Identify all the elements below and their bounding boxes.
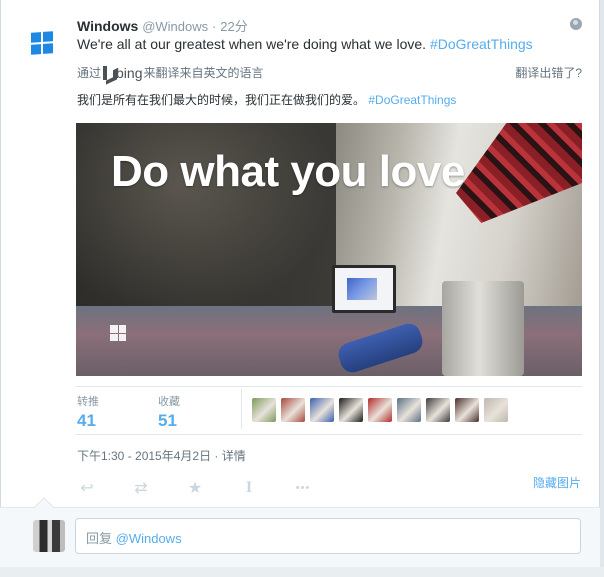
logo-pane <box>110 325 118 333</box>
favorites-label: 收藏 <box>158 396 180 408</box>
text-cursor-icon[interactable]: I <box>239 479 259 497</box>
tweet-text: We're all at our greatest when we're doi… <box>77 36 533 52</box>
reply-prefix: 回复 <box>86 531 113 546</box>
stats-separator <box>241 389 242 429</box>
avatar-person-green[interactable] <box>252 398 276 422</box>
avatar-woman-dark[interactable] <box>455 398 479 422</box>
more-dots-icon[interactable]: ••• <box>293 482 313 494</box>
tweet-card: Windows @Windows · 22分 We're all at our … <box>0 0 600 577</box>
favorite-star-icon[interactable]: ★ <box>185 478 205 498</box>
stats-top-divider <box>76 386 582 387</box>
tweet-body: We're all at our greatest when we're doi… <box>77 36 427 52</box>
translated-body: 我们是所有在我们最大的时候，我们正在做我们的爱。 <box>77 93 366 107</box>
photo-paint-can <box>442 281 524 376</box>
avatar-group-photo[interactable] <box>397 398 421 422</box>
logo-pane <box>118 333 126 341</box>
author-name[interactable]: Windows <box>77 18 138 34</box>
photo-plaid-sleeve <box>456 123 582 223</box>
favorites-stat[interactable]: 收藏 51 <box>158 393 180 431</box>
hide-media-link[interactable]: 隐藏图片 <box>533 474 581 491</box>
avatar-black-mascot[interactable] <box>339 398 363 422</box>
logo-pane <box>42 31 53 43</box>
reply-mention: @Windows <box>115 531 182 546</box>
logo-pane <box>110 333 118 341</box>
translation-bar: 通过 bing 来翻译来自英文的语言 翻译出错了? <box>77 64 582 81</box>
logo-pane <box>31 32 42 44</box>
retweet-icon[interactable]: ⇄ <box>131 478 151 498</box>
translation-prefix: 通过 <box>77 66 102 80</box>
tweet-timestamp[interactable]: 22分 <box>220 19 247 34</box>
photo-windows-logo-icon <box>110 325 126 341</box>
avatar-blue-graphic[interactable] <box>310 398 334 422</box>
tweet-header: Windows @Windows · 22分 <box>77 16 248 35</box>
separator-dot: · <box>212 19 217 34</box>
reply-icon[interactable]: ↩ <box>77 478 97 498</box>
tweet-actions: ↩ ⇄ ★ I ••• <box>77 478 347 498</box>
photo-laptop <box>332 265 396 313</box>
translated-hashtag-link[interactable]: #DoGreatThings <box>368 93 456 107</box>
stats-bottom-divider <box>76 434 582 435</box>
favorites-count: 51 <box>158 411 177 430</box>
tweet-photo[interactable]: Do what you love <box>76 123 582 376</box>
retweets-count: 41 <box>77 411 96 430</box>
bing-label: bing <box>116 64 143 81</box>
avatar-person-red[interactable] <box>281 398 305 422</box>
author-handle[interactable]: @Windows <box>142 19 208 34</box>
retweets-label: 转推 <box>77 396 99 408</box>
favoriters-avatars <box>252 398 508 422</box>
wrong-translation-link[interactable]: 翻译出错了? <box>515 64 582 81</box>
avatar-glasses-man[interactable] <box>426 398 450 422</box>
hashtag-link[interactable]: #DoGreatThings <box>430 36 533 52</box>
translation-suffix: 来翻译来自英文的语言 <box>143 66 264 80</box>
windows-logo-avatar[interactable] <box>31 31 53 55</box>
avatar-eye-closeup[interactable] <box>484 398 508 422</box>
translated-text: 我们是所有在我们最大的时候，我们正在做我们的爱。 #DoGreatThings <box>77 91 456 108</box>
bottom-strip <box>0 567 604 577</box>
logo-pane <box>42 42 53 54</box>
retweets-stat[interactable]: 转推 41 <box>77 393 99 431</box>
tweet-datetime[interactable]: 下午1:30 - 2015年4月2日 · 详情 <box>77 447 246 464</box>
logo-pane <box>118 325 126 333</box>
globe-icon <box>570 18 582 30</box>
current-user-avatar[interactable] <box>33 520 65 552</box>
bing-logo-icon <box>103 65 114 80</box>
photo-headline: Do what you love <box>111 147 465 196</box>
logo-pane <box>31 43 42 55</box>
avatar-red-banner[interactable] <box>368 398 392 422</box>
reply-input[interactable]: 回复 @Windows <box>75 518 581 554</box>
